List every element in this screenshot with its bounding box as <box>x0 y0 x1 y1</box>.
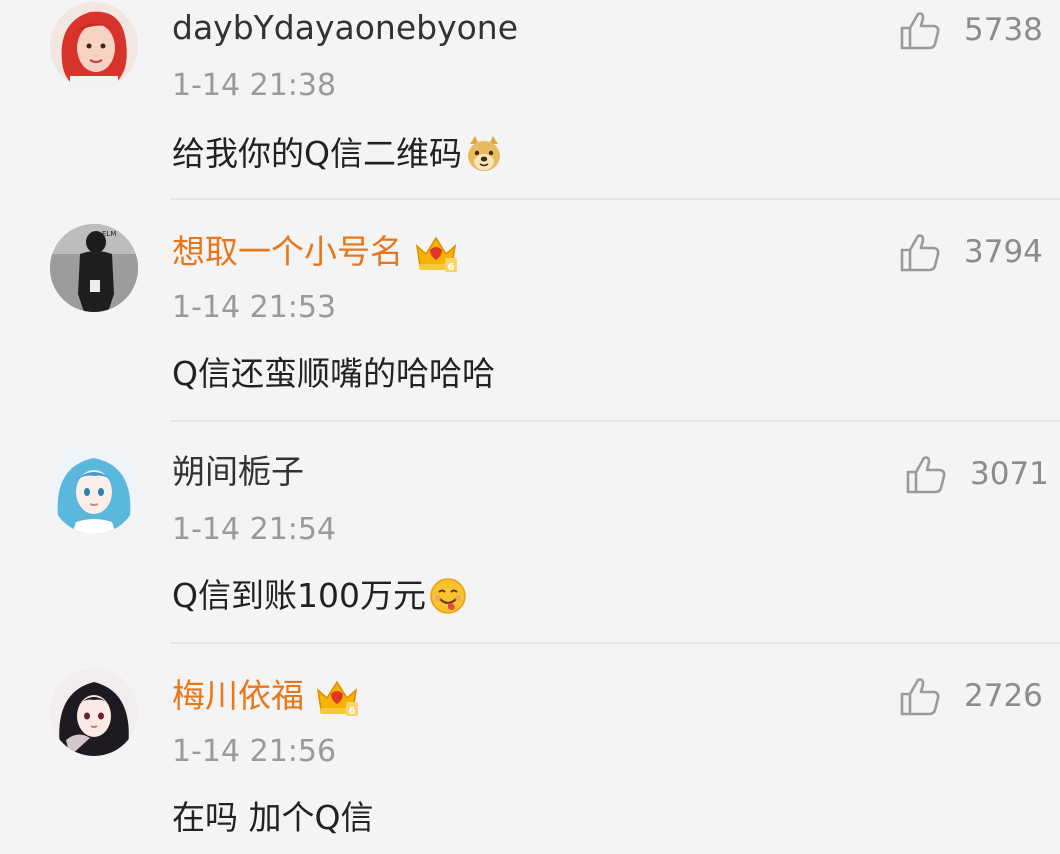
comment-timestamp: 1-14 21:38 <box>172 68 337 103</box>
avatar[interactable] <box>50 2 138 90</box>
comment-timestamp: 1-14 21:54 <box>172 512 337 547</box>
svg-text:6: 6 <box>349 706 356 717</box>
username-text: daybYdayaonebyone <box>172 8 519 47</box>
username[interactable]: 想取一个小号名 6 <box>172 230 459 274</box>
like-button[interactable]: 3071 <box>904 452 1049 496</box>
avatar[interactable] <box>50 446 138 534</box>
avatar-dark-figure-image: ELM <box>50 224 138 312</box>
crown-vip-icon: 6 <box>316 680 358 717</box>
comment-timestamp: 1-14 21:53 <box>172 290 337 325</box>
comment-text: Q信还蛮顺嘴的哈哈哈 <box>172 352 495 396</box>
comment-text: Q信到账100万元 <box>172 574 468 618</box>
username[interactable]: 梅川依福 6 <box>172 674 360 718</box>
like-button[interactable]: 2726 <box>898 674 1043 718</box>
username-text: 梅川依福 <box>172 676 304 715</box>
comment-text: 给我你的Q信二维码 <box>172 132 504 176</box>
username-text: 想取一个小号名 <box>172 232 403 271</box>
comment-timestamp: 1-14 21:56 <box>172 734 337 769</box>
tongue-smile-emoji-icon <box>430 578 466 614</box>
avatar[interactable] <box>50 668 138 756</box>
thumbs-up-icon <box>906 456 946 494</box>
doge-emoji-icon <box>467 136 500 171</box>
comment-text: 在吗 加个Q信 <box>172 796 373 840</box>
like-count: 5738 <box>964 12 1043 48</box>
comment-item: 梅川依福 6 1-14 21:56 在吗 加个Q信 2726 <box>0 644 1060 854</box>
username-text: 朔间栀子 <box>172 452 304 491</box>
avatar-red-hair-girl-image <box>50 2 138 90</box>
avatar-blue-hair-anime-image <box>50 446 138 534</box>
thumbs-up-icon <box>900 234 940 272</box>
like-count: 3794 <box>964 234 1043 270</box>
comment-text-content: Q信还蛮顺嘴的哈哈哈 <box>172 354 495 393</box>
like-button[interactable]: 5738 <box>898 8 1043 52</box>
username[interactable]: daybYdayaonebyone <box>172 8 518 48</box>
comment-text-content: 在吗 加个Q信 <box>172 798 374 837</box>
avatar[interactable]: ELM <box>50 224 138 312</box>
username[interactable]: 朔间栀子 <box>172 452 304 492</box>
like-count: 2726 <box>964 678 1043 714</box>
like-count: 3071 <box>970 456 1049 492</box>
svg-text:ELM: ELM <box>102 230 116 238</box>
thumbs-up-icon <box>900 678 940 716</box>
avatar-dark-hair-anime-image <box>50 668 138 756</box>
comment-text-content: Q信到账100万元 <box>172 576 426 615</box>
svg-text:6: 6 <box>448 262 455 273</box>
comment-item: 朔间栀子 1-14 21:54 Q信到账100万元 3071 <box>0 422 1060 644</box>
comment-text-content: 给我你的Q信二维码 <box>172 134 462 173</box>
comment-item: daybYdayaonebyone 1-14 21:38 给我你的Q信二维码 5… <box>0 0 1060 200</box>
like-button[interactable]: 3794 <box>898 230 1043 274</box>
thumbs-up-icon <box>900 12 940 50</box>
crown-vip-icon: 6 <box>415 236 457 273</box>
comment-item: ELM 想取一个小号名 6 1-14 21:53 Q信还蛮顺嘴的哈哈哈 3794 <box>0 200 1060 422</box>
